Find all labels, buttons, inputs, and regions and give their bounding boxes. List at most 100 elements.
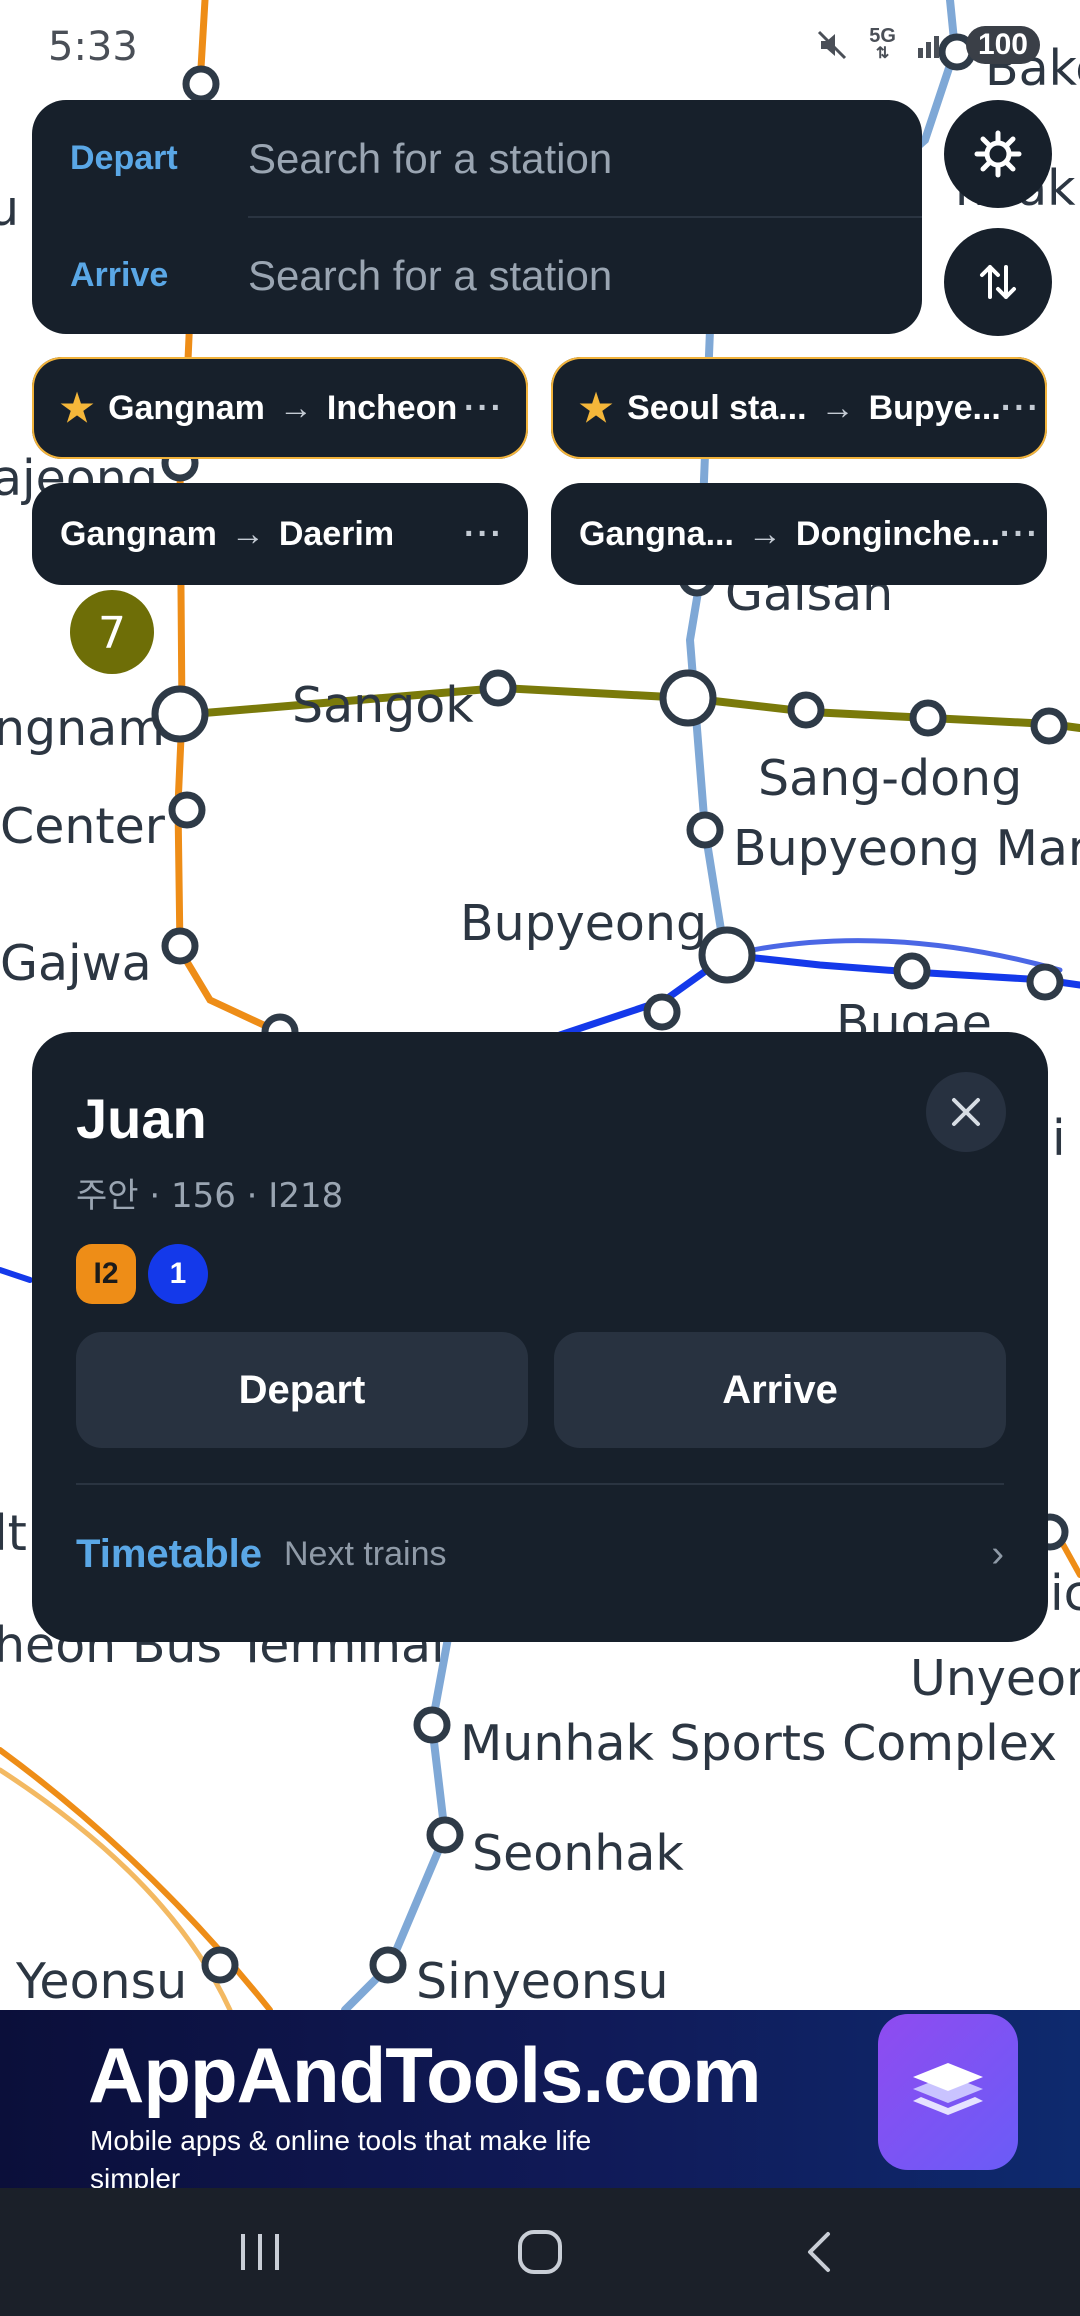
line-blue-curve: [725, 938, 1063, 973]
gear-icon: [974, 130, 1022, 178]
card-divider: [76, 1483, 1004, 1485]
data-arrows: ⇅: [875, 45, 890, 62]
station-node: [686, 811, 724, 849]
network-type: 5G: [869, 25, 896, 47]
route-to: Donginche...: [795, 514, 1000, 553]
saved-route-chip[interactable]: ★ Gangnam → Incheon ···: [32, 357, 528, 459]
signal-icon: [917, 36, 939, 58]
station-node: [201, 1946, 239, 1984]
route-arrow-icon: →: [747, 514, 782, 553]
station-label: Center: [0, 798, 166, 855]
station-node: [479, 669, 517, 707]
depart-label: Depart: [70, 139, 178, 177]
station-label: Sangok: [292, 677, 474, 734]
ad-title: AppAndTools.com: [88, 2031, 761, 2119]
station-label: lt: [0, 1505, 27, 1562]
station-label: Sinyeonsu: [416, 1953, 669, 2010]
line-blue-route: [556, 951, 1080, 1039]
recent-route-chip[interactable]: Gangna... → Donginche... ···: [551, 483, 1047, 585]
arrive-row[interactable]: Arrive: [32, 217, 922, 334]
timetable-row[interactable]: Timetable Next trains ›: [76, 1494, 1004, 1614]
more-icon[interactable]: ···: [1001, 389, 1041, 428]
swap-button[interactable]: [944, 228, 1052, 336]
recent-apps-button[interactable]: [200, 2202, 320, 2302]
swap-icon: [980, 265, 1016, 299]
close-icon: [952, 1098, 980, 1126]
station-node: [787, 691, 825, 729]
depart-button[interactable]: Depart: [76, 1332, 528, 1448]
search-panel: Depart Arrive: [32, 100, 922, 334]
station-label: Seonhak: [472, 1825, 684, 1882]
station-node: [1030, 707, 1068, 745]
more-icon[interactable]: ···: [464, 389, 504, 428]
station-label: Yeonsu: [15, 1953, 187, 2010]
route-from: Gangnam: [60, 514, 217, 553]
battery-icon: 100: [965, 26, 1040, 64]
recent-apps-icon: [241, 2234, 279, 2270]
settings-button[interactable]: [944, 100, 1052, 208]
station-label: Unyeon: [910, 1650, 1080, 1707]
route-from: Gangna...: [579, 514, 734, 553]
status-icons: 5G ⇅ 100: [815, 26, 1040, 64]
arrive-search-input[interactable]: [248, 251, 922, 300]
ad-subtitle: Mobile apps & online tools that make lif…: [90, 2125, 592, 2188]
station-node: [369, 1946, 407, 1984]
station-node: [698, 926, 756, 984]
depart-search-input[interactable]: [248, 134, 922, 183]
home-button[interactable]: [480, 2202, 600, 2302]
route-from: Gangnam: [108, 388, 265, 427]
navigation-bar: [0, 2188, 1080, 2316]
line-7-badge-label: 7: [98, 608, 126, 659]
star-icon: ★: [60, 387, 95, 430]
route-to: Daerim: [278, 514, 395, 553]
station-node: [161, 927, 199, 965]
station-label: ngnam: [0, 700, 165, 757]
station-node: [909, 699, 947, 737]
station-label: u: [0, 180, 19, 237]
station-node: [659, 669, 717, 727]
station-card: Juan 주안 · 156 · I218 I2 1 Depart Arrive …: [32, 1032, 1048, 1642]
route-arrow-icon: →: [278, 388, 313, 427]
station-label: ic: [1050, 1565, 1080, 1622]
depart-row[interactable]: Depart: [32, 100, 922, 217]
station-node: [1026, 963, 1064, 1001]
layers-icon: [913, 2063, 983, 2115]
line-badge[interactable]: I2: [76, 1244, 136, 1304]
route-to: Incheon: [326, 388, 458, 427]
station-label: i: [1052, 1110, 1066, 1167]
network-5g-icon: 5G ⇅: [869, 25, 896, 63]
station-label: Bupyeong Mar: [733, 820, 1080, 877]
station-label: Bupyeong: [460, 895, 707, 952]
arrive-label: Arrive: [70, 256, 169, 294]
timetable-label: Timetable: [76, 1531, 262, 1576]
more-icon[interactable]: ···: [464, 515, 504, 554]
star-icon: ★: [579, 387, 614, 430]
close-button[interactable]: [926, 1072, 1006, 1152]
more-icon[interactable]: ···: [1000, 515, 1040, 554]
mute-icon: [818, 30, 847, 60]
chevron-right-icon: ›: [991, 1532, 1004, 1575]
station-name: Juan: [76, 1087, 207, 1150]
station-node: [413, 1706, 451, 1744]
status-time: 5:33: [48, 24, 138, 70]
ad-app-icon: [878, 2014, 1018, 2170]
ad-banner[interactable]: AppAndTools.com Mobile apps & online too…: [0, 2010, 1080, 2188]
route-to: Bupye...: [868, 388, 1001, 427]
back-button[interactable]: [760, 2202, 880, 2302]
recent-route-chip[interactable]: Gangnam → Daerim ···: [32, 483, 528, 585]
home-icon: [518, 2230, 562, 2274]
line-badge[interactable]: 1: [148, 1244, 208, 1304]
station-node: [426, 1816, 464, 1854]
station-label: Sang-dong: [758, 750, 1022, 807]
station-label: Munhak Sports Complex: [460, 1715, 1057, 1772]
saved-route-chip[interactable]: ★ Seoul sta... → Bupye... ···: [551, 357, 1047, 459]
status-bar: 5:33 5G ⇅ 100: [0, 0, 1080, 95]
station-node: [893, 952, 931, 990]
station-node: [643, 993, 681, 1031]
station-node: [168, 791, 206, 829]
arrive-button[interactable]: Arrive: [554, 1332, 1006, 1448]
line-blue-left: [0, 1267, 33, 1283]
route-arrow-icon: →: [820, 388, 855, 427]
line-badges: I2 1: [76, 1244, 208, 1304]
route-arrow-icon: →: [230, 514, 265, 553]
